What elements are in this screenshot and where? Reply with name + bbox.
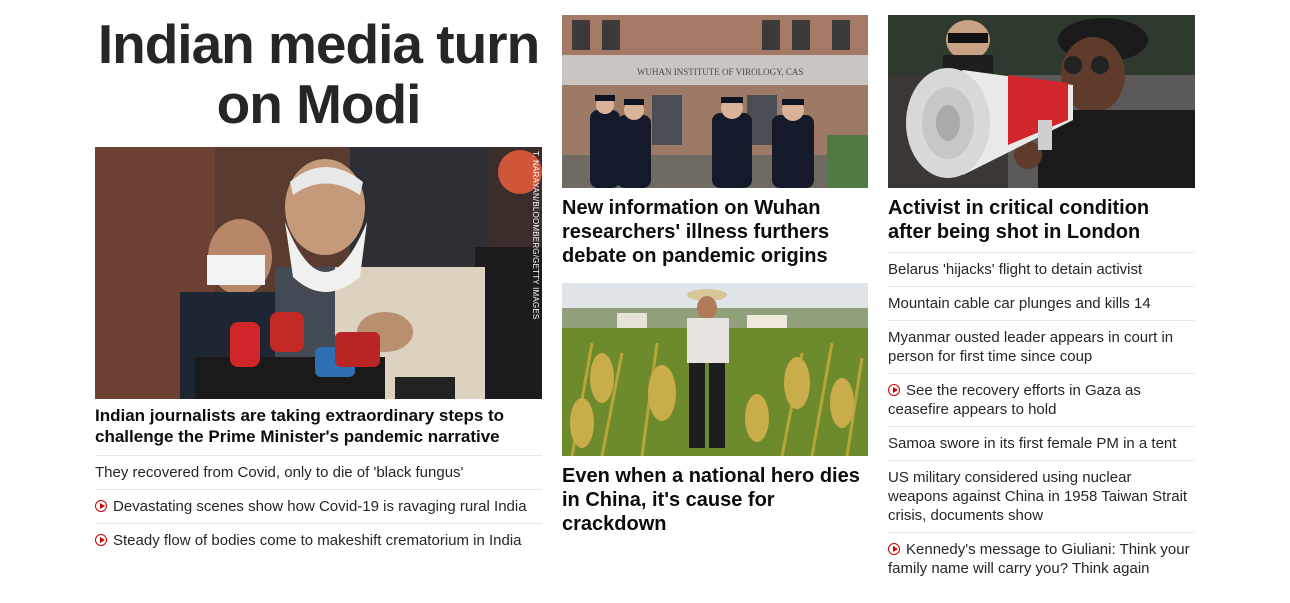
list-item-text: Belarus 'hijacks' flight to detain activ… bbox=[888, 261, 1143, 278]
list-item[interactable]: Myanmar ousted leader appears in court i… bbox=[888, 320, 1195, 373]
farmer-field-image[interactable] bbox=[562, 283, 868, 456]
china-hero-story-title[interactable]: Even when a national hero dies in China,… bbox=[562, 464, 868, 536]
modi-press-image[interactable]: T. NARAYAN/BLOOMBERG/GETTY IMAGES bbox=[95, 147, 542, 399]
activist-megaphone-image[interactable] bbox=[888, 15, 1195, 188]
list-item[interactable]: See the recovery efforts in Gaza as ceas… bbox=[888, 373, 1195, 426]
play-icon bbox=[95, 534, 107, 546]
list-item[interactable]: Devastating scenes show how Covid-19 is … bbox=[95, 489, 542, 523]
list-item-text: Samoa swore in its first female PM in a … bbox=[888, 435, 1177, 452]
wuhan-institute-image[interactable]: WUHAN INSTITUTE OF VIROLOGY, CAS bbox=[562, 15, 868, 188]
featured-column: Indian media turn on Modi T. NARAYAN/BLO… bbox=[95, 0, 542, 557]
image-credit: T. NARAYAN/BLOOMBERG/GETTY IMAGES bbox=[531, 151, 540, 320]
list-item-text: Steady flow of bodies come to makeshift … bbox=[113, 532, 522, 549]
wuhan-sign-text: WUHAN INSTITUTE OF VIROLOGY, CAS bbox=[637, 67, 803, 77]
list-item-text: Devastating scenes show how Covid-19 is … bbox=[113, 498, 527, 515]
featured-related-list: They recovered from Covid, only to die o… bbox=[95, 455, 542, 557]
list-item-text: Kennedy's message to Giuliani: Think you… bbox=[888, 541, 1190, 577]
list-item[interactable]: They recovered from Covid, only to die o… bbox=[95, 455, 542, 489]
list-item[interactable]: Samoa swore in its first female PM in a … bbox=[888, 426, 1195, 460]
activist-story-title[interactable]: Activist in critical condition after bei… bbox=[888, 196, 1195, 244]
wuhan-story-title[interactable]: New information on Wuhan researchers' il… bbox=[562, 196, 868, 268]
list-item[interactable]: Steady flow of bodies come to makeshift … bbox=[95, 523, 542, 557]
list-item-text: Myanmar ousted leader appears in court i… bbox=[888, 329, 1174, 365]
list-item[interactable]: Mountain cable car plunges and kills 14 bbox=[888, 286, 1195, 320]
featured-lead-title[interactable]: Indian journalists are taking extraordin… bbox=[95, 405, 542, 447]
right-column: Activist in critical condition after bei… bbox=[888, 0, 1195, 585]
list-item[interactable]: Kennedy's message to Giuliani: Think you… bbox=[888, 532, 1195, 585]
featured-headline[interactable]: Indian media turn on Modi bbox=[95, 14, 542, 134]
list-item-text: They recovered from Covid, only to die o… bbox=[95, 464, 464, 481]
play-icon bbox=[888, 384, 900, 396]
list-item-text: Mountain cable car plunges and kills 14 bbox=[888, 295, 1151, 312]
play-icon bbox=[888, 543, 900, 555]
list-item-text: US military considered using nuclear wea… bbox=[888, 469, 1188, 524]
list-item[interactable]: US military considered using nuclear wea… bbox=[888, 460, 1195, 532]
world-news-list: Belarus 'hijacks' flight to detain activ… bbox=[888, 252, 1195, 585]
list-item[interactable]: Belarus 'hijacks' flight to detain activ… bbox=[888, 252, 1195, 286]
middle-column: WUHAN INSTITUTE OF VIROLOGY, CAS New inf… bbox=[562, 0, 868, 536]
play-icon bbox=[95, 500, 107, 512]
list-item-text: See the recovery efforts in Gaza as ceas… bbox=[888, 382, 1141, 418]
